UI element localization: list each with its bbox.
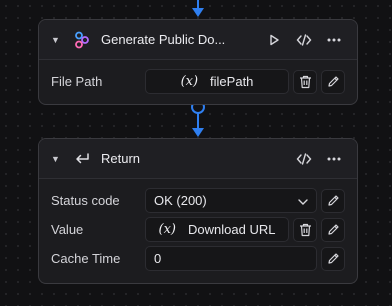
trash-icon[interactable]	[293, 69, 317, 94]
status-code-value: OK (200)	[154, 193, 207, 208]
value-field[interactable]: (x) Download URL	[145, 217, 289, 242]
variable-icon: (x)	[180, 74, 199, 89]
file-path-row: File Path (x) filePath	[51, 67, 345, 96]
cache-time-row: Cache Time 0	[51, 244, 345, 273]
node-body: Status code OK (200) Value (x) Download …	[39, 179, 357, 283]
node-title: Generate Public Do...	[101, 32, 226, 47]
node-title: Return	[101, 151, 141, 166]
play-icon[interactable]	[261, 27, 287, 53]
cache-time-input[interactable]: 0	[145, 246, 317, 271]
node-body: File Path (x) filePath	[39, 60, 357, 104]
value-label: Value	[51, 222, 84, 237]
status-code-row: Status code OK (200)	[51, 186, 345, 215]
code-icon[interactable]	[291, 27, 317, 53]
generate-public-download-node[interactable]: ▼ Generate Public Do... File Path (x) fi…	[38, 19, 358, 105]
file-path-label: File Path	[51, 74, 103, 89]
node-header: ▼ Generate Public Do...	[39, 20, 357, 60]
top-connector-arrow	[192, 8, 204, 17]
return-arrow-icon	[71, 149, 93, 169]
cache-time-value: 0	[154, 251, 162, 266]
variable-icon: (x)	[158, 222, 177, 237]
cache-time-label: Cache Time	[51, 251, 121, 266]
more-horizontal-icon[interactable]	[321, 146, 347, 172]
return-node[interactable]: ▼ Return Status code OK (200) Value (x) …	[38, 138, 358, 284]
more-horizontal-icon[interactable]	[321, 27, 347, 53]
chevron-down-icon[interactable]: ▼	[51, 154, 65, 164]
status-code-label: Status code	[51, 193, 120, 208]
trash-icon[interactable]	[293, 217, 317, 242]
file-path-field[interactable]: (x) filePath	[145, 69, 289, 94]
middle-connector-arrow	[192, 128, 204, 137]
node-header: ▼ Return	[39, 139, 357, 179]
pencil-icon[interactable]	[321, 246, 345, 271]
status-code-select[interactable]: OK (200)	[145, 188, 317, 213]
link-nodes-icon	[71, 30, 93, 50]
code-icon[interactable]	[291, 146, 317, 172]
chevron-down-icon	[298, 193, 308, 208]
chevron-down-icon[interactable]: ▼	[51, 35, 65, 45]
value-value: Download URL	[188, 222, 276, 237]
pencil-icon[interactable]	[321, 188, 345, 213]
pencil-icon[interactable]	[321, 69, 345, 94]
file-path-value: filePath	[210, 74, 254, 89]
value-row: Value (x) Download URL	[51, 215, 345, 244]
pencil-icon[interactable]	[321, 217, 345, 242]
